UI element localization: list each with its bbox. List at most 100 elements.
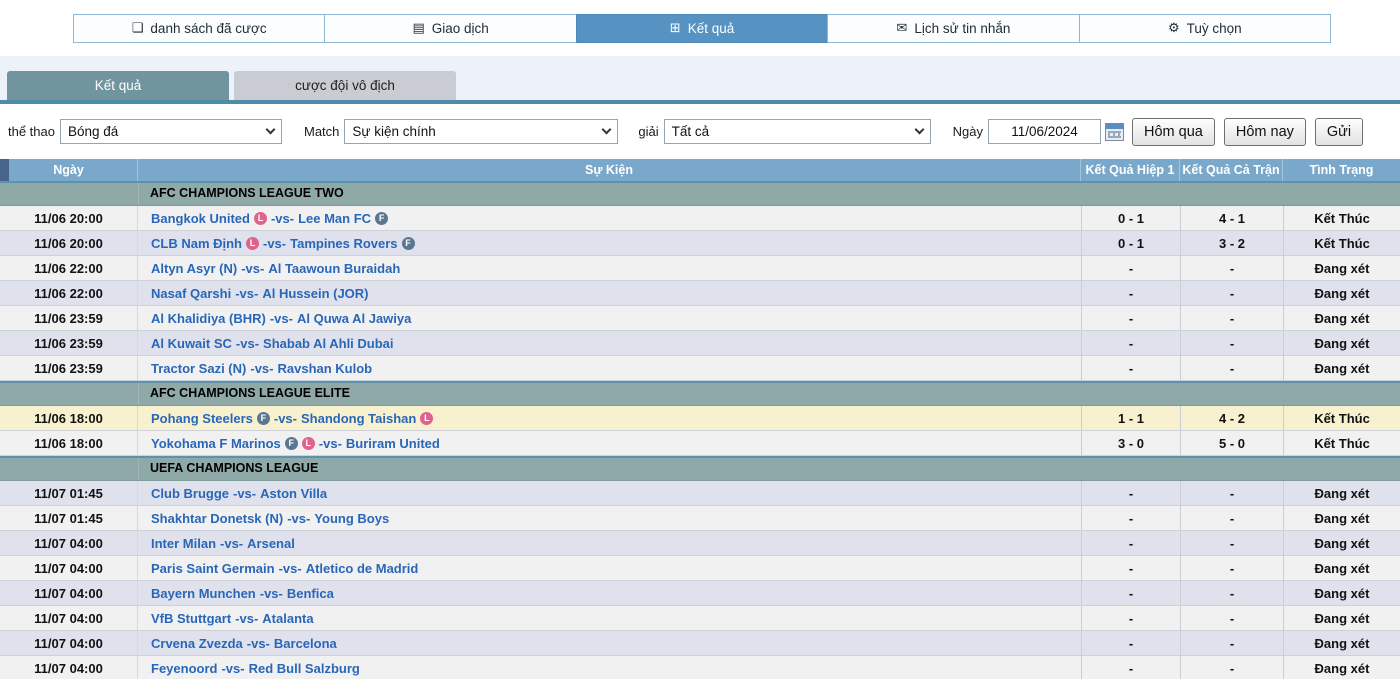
match-row[interactable]: 11/07 04:00VfB Stuttgart -vs- Atalanta--… bbox=[0, 606, 1400, 631]
home-team[interactable]: Nasaf Qarshi bbox=[151, 286, 231, 301]
away-team[interactable]: Tampines Rovers bbox=[290, 236, 397, 251]
match-row[interactable]: 11/06 23:59Al Kuwait SC -vs- Shabab Al A… bbox=[0, 331, 1400, 356]
ft-result: - bbox=[1180, 581, 1283, 605]
match-status: Kết Thúc bbox=[1283, 231, 1400, 255]
match-row[interactable]: 11/06 23:59Al Khalidiya (BHR) -vs- Al Qu… bbox=[0, 306, 1400, 331]
match-row[interactable]: 11/07 04:00Inter Milan -vs- Arsenal--Đan… bbox=[0, 531, 1400, 556]
options-icon: ⚙ bbox=[1168, 20, 1180, 36]
home-team[interactable]: Pohang Steelers bbox=[151, 411, 253, 426]
subtab-outright[interactable]: cược đội vô địch bbox=[234, 71, 456, 100]
date-input[interactable] bbox=[988, 119, 1101, 144]
match-row[interactable]: 11/06 22:00Altyn Asyr (N) -vs- Al Taawou… bbox=[0, 256, 1400, 281]
match-row[interactable]: 11/07 04:00Bayern Munchen -vs- Benfica--… bbox=[0, 581, 1400, 606]
match-row[interactable]: 11/06 18:00Pohang SteelersF -vs- Shandon… bbox=[0, 406, 1400, 431]
today-button[interactable]: Hôm nay bbox=[1224, 118, 1306, 146]
match-event[interactable]: Pohang SteelersF -vs- Shandong TaishanL bbox=[138, 411, 1081, 426]
away-team[interactable]: Shabab Al Ahli Dubai bbox=[263, 336, 394, 351]
match-select[interactable]: Sự kiện chính bbox=[344, 119, 618, 144]
tab-message-history[interactable]: ✉ Lịch sử tin nhắn bbox=[827, 14, 1078, 43]
match-row[interactable]: 11/06 23:59Tractor Sazi (N) -vs- Ravshan… bbox=[0, 356, 1400, 381]
match-row[interactable]: 11/07 01:45Club Brugge -vs- Aston Villa-… bbox=[0, 481, 1400, 506]
match-date: 11/07 01:45 bbox=[0, 506, 138, 530]
calendar-icon[interactable] bbox=[1105, 123, 1124, 141]
away-team[interactable]: Benfica bbox=[287, 586, 334, 601]
match-row[interactable]: 11/07 04:00Paris Saint Germain -vs- Atle… bbox=[0, 556, 1400, 581]
home-team[interactable]: Tractor Sazi (N) bbox=[151, 361, 246, 376]
match-event[interactable]: Paris Saint Germain -vs- Atletico de Mad… bbox=[138, 561, 1081, 576]
subtab-results[interactable]: Kết quả bbox=[7, 71, 229, 100]
match-row[interactable]: 11/06 20:00Bangkok UnitedL -vs- Lee Man … bbox=[0, 206, 1400, 231]
match-event[interactable]: Inter Milan -vs- Arsenal bbox=[138, 536, 1081, 551]
home-team[interactable]: Paris Saint Germain bbox=[151, 561, 275, 576]
ft-result: 5 - 0 bbox=[1180, 431, 1283, 455]
match-event[interactable]: Tractor Sazi (N) -vs- Ravshan Kulob bbox=[138, 361, 1081, 376]
tab-label: Giao dịch bbox=[432, 21, 489, 36]
away-team[interactable]: Atletico de Madrid bbox=[306, 561, 419, 576]
match-row[interactable]: 11/07 04:00Crvena Zvezda -vs- Barcelona-… bbox=[0, 631, 1400, 656]
league-select[interactable]: Tất cả bbox=[664, 119, 931, 144]
league-section-header: AFC CHAMPIONS LEAGUE ELITE bbox=[0, 381, 1400, 406]
away-team[interactable]: Atalanta bbox=[262, 611, 313, 626]
tab-results[interactable]: ⊞ Kết quả bbox=[576, 14, 827, 43]
match-row[interactable]: 11/06 22:00Nasaf Qarshi -vs- Al Hussein … bbox=[0, 281, 1400, 306]
away-team[interactable]: Red Bull Salzburg bbox=[249, 661, 360, 676]
match-event[interactable]: Yokohama F MarinosFL -vs- Buriram United bbox=[138, 436, 1081, 451]
away-team[interactable]: Young Boys bbox=[314, 511, 389, 526]
match-row[interactable]: 11/07 04:00Feyenoord -vs- Red Bull Salzb… bbox=[0, 656, 1400, 679]
away-team[interactable]: Shandong Taishan bbox=[301, 411, 416, 426]
away-team[interactable]: Aston Villa bbox=[260, 486, 327, 501]
match-event[interactable]: VfB Stuttgart -vs- Atalanta bbox=[138, 611, 1081, 626]
away-team[interactable]: Barcelona bbox=[274, 636, 337, 651]
away-team[interactable]: Al Quwa Al Jawiya bbox=[297, 311, 411, 326]
col-header-ht-result: Kết Quả Hiệp 1 bbox=[1081, 159, 1180, 181]
stats-badge-icon: F bbox=[375, 212, 388, 225]
submit-button[interactable]: Gửi bbox=[1315, 118, 1363, 146]
filter-bar: thể thao Bóng đá Match Sự kiện chính giả… bbox=[0, 104, 1400, 159]
tab-options[interactable]: ⚙ Tuỳ chọn bbox=[1079, 14, 1331, 43]
home-team[interactable]: Shakhtar Donetsk (N) bbox=[151, 511, 283, 526]
match-event[interactable]: Bayern Munchen -vs- Benfica bbox=[138, 586, 1081, 601]
home-team[interactable]: Al Khalidiya (BHR) bbox=[151, 311, 266, 326]
away-team[interactable]: Buriram United bbox=[346, 436, 440, 451]
match-date: 11/06 18:00 bbox=[0, 406, 138, 430]
away-team[interactable]: Lee Man FC bbox=[298, 211, 371, 226]
match-event[interactable]: Al Kuwait SC -vs- Shabab Al Ahli Dubai bbox=[138, 336, 1081, 351]
home-team[interactable]: Altyn Asyr (N) bbox=[151, 261, 237, 276]
match-row[interactable]: 11/06 18:00Yokohama F MarinosFL -vs- Bur… bbox=[0, 431, 1400, 456]
away-team[interactable]: Al Hussein (JOR) bbox=[262, 286, 368, 301]
ht-result: 0 - 1 bbox=[1081, 206, 1180, 230]
vs-separator: -vs- bbox=[271, 211, 294, 226]
home-team[interactable]: Al Kuwait SC bbox=[151, 336, 232, 351]
match-event[interactable]: Crvena Zvezda -vs- Barcelona bbox=[138, 636, 1081, 651]
ht-result: - bbox=[1081, 481, 1180, 505]
match-event[interactable]: Feyenoord -vs- Red Bull Salzburg bbox=[138, 661, 1081, 676]
home-team[interactable]: Crvena Zvezda bbox=[151, 636, 243, 651]
match-event[interactable]: Club Brugge -vs- Aston Villa bbox=[138, 486, 1081, 501]
yesterday-button[interactable]: Hôm qua bbox=[1132, 118, 1215, 146]
home-team[interactable]: CLB Nam Định bbox=[151, 236, 242, 251]
match-event[interactable]: Nasaf Qarshi -vs- Al Hussein (JOR) bbox=[138, 286, 1081, 301]
match-row[interactable]: 11/07 01:45Shakhtar Donetsk (N) -vs- You… bbox=[0, 506, 1400, 531]
away-team[interactable]: Ravshan Kulob bbox=[277, 361, 372, 376]
home-team[interactable]: VfB Stuttgart bbox=[151, 611, 231, 626]
home-team[interactable]: Yokohama F Marinos bbox=[151, 436, 281, 451]
home-team[interactable]: Inter Milan bbox=[151, 536, 216, 551]
ht-result: - bbox=[1081, 356, 1180, 380]
match-row[interactable]: 11/06 20:00CLB Nam ĐịnhL -vs- Tampines R… bbox=[0, 231, 1400, 256]
home-team[interactable]: Club Brugge bbox=[151, 486, 229, 501]
match-event[interactable]: CLB Nam ĐịnhL -vs- Tampines RoversF bbox=[138, 236, 1081, 251]
ft-result: - bbox=[1180, 506, 1283, 530]
tab-transactions[interactable]: ▤ Giao dịch bbox=[324, 14, 575, 43]
sport-select[interactable]: Bóng đá bbox=[60, 119, 282, 144]
match-status: Đang xét bbox=[1283, 656, 1400, 679]
tab-bet-list[interactable]: ❏ danh sách đã cược bbox=[73, 14, 324, 43]
match-event[interactable]: Shakhtar Donetsk (N) -vs- Young Boys bbox=[138, 511, 1081, 526]
away-team[interactable]: Al Taawoun Buraidah bbox=[268, 261, 400, 276]
away-team[interactable]: Arsenal bbox=[247, 536, 295, 551]
match-event[interactable]: Altyn Asyr (N) -vs- Al Taawoun Buraidah bbox=[138, 261, 1081, 276]
home-team[interactable]: Feyenoord bbox=[151, 661, 217, 676]
match-event[interactable]: Bangkok UnitedL -vs- Lee Man FCF bbox=[138, 211, 1081, 226]
home-team[interactable]: Bayern Munchen bbox=[151, 586, 256, 601]
match-event[interactable]: Al Khalidiya (BHR) -vs- Al Quwa Al Jawiy… bbox=[138, 311, 1081, 326]
home-team[interactable]: Bangkok United bbox=[151, 211, 250, 226]
